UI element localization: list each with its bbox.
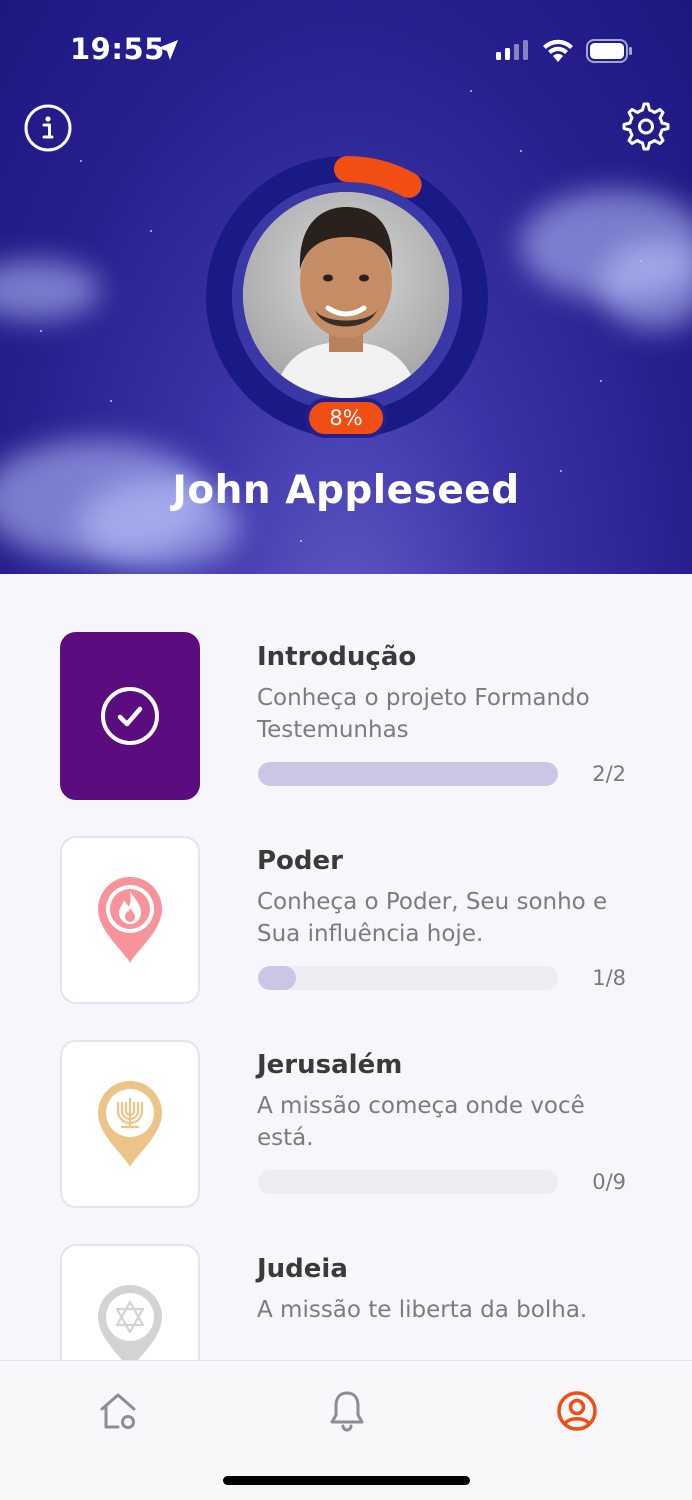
module-description: A missão te liberta da bolha. [257, 1297, 588, 1323]
battery-icon [586, 39, 632, 63]
home-icon [100, 1393, 136, 1429]
menorah-pin-icon [98, 1081, 162, 1167]
module-tile[interactable] [60, 1040, 200, 1208]
module-item-judeia[interactable]: Judeia A missão te liberta da bolha. [0, 1244, 692, 1360]
module-progress-count: 0/9 [592, 1170, 626, 1194]
module-tile[interactable] [60, 632, 200, 800]
progress-percent-badge: 8% [305, 398, 387, 438]
tab-notifications[interactable] [319, 1383, 375, 1439]
check-circle-icon [101, 687, 159, 745]
status-time: 19:55 [70, 32, 165, 66]
module-progress-count: 1/8 [592, 966, 626, 990]
module-item-jerusalem[interactable]: Jerusalém A missão começa onde você está… [0, 1040, 692, 1220]
tab-home[interactable] [90, 1383, 146, 1439]
wifi-icon [543, 39, 573, 62]
module-progress-count: 2/2 [592, 762, 626, 786]
module-title: Introdução [257, 642, 417, 672]
module-title: Jerusalém [257, 1050, 403, 1080]
module-description: A missão começa onde você está. [257, 1093, 585, 1151]
module-title: Judeia [257, 1254, 348, 1284]
settings-gear-button[interactable] [618, 100, 670, 152]
module-progress-fill [258, 762, 558, 786]
module-tile[interactable] [60, 836, 200, 1004]
module-tile[interactable] [60, 1244, 200, 1360]
home-indicator [223, 1476, 470, 1485]
module-description: Conheça o Poder, Seu sonho e Sua influên… [257, 889, 608, 947]
module-title: Poder [257, 846, 343, 876]
user-circle-icon [557, 1391, 597, 1431]
module-item-introducao[interactable]: Introdução Conheça o projeto Formando Te… [0, 632, 692, 812]
module-item-poder[interactable]: Poder Conheça o Poder, Seu sonho e Sua i… [0, 836, 692, 1016]
fire-pin-icon [98, 877, 162, 963]
location-arrow-icon [158, 40, 178, 60]
profile-name: John Appleseed [172, 468, 520, 513]
info-button[interactable] [24, 104, 72, 152]
avatar [243, 192, 449, 398]
star-of-david-pin-icon [98, 1285, 162, 1360]
cellular-signal-icon [496, 40, 528, 60]
module-progress-fill [258, 966, 296, 990]
module-progress-bar [258, 762, 558, 786]
bell-icon [330, 1391, 364, 1432]
profile-header: 19:55 8% John Appleseed [0, 0, 692, 574]
tab-profile[interactable] [549, 1383, 605, 1439]
module-list[interactable]: Introdução Conheça o projeto Formando Te… [0, 574, 692, 1360]
module-progress-bar [258, 966, 558, 990]
status-bar: 19:55 [0, 0, 692, 100]
module-description: Conheça o projeto Formando Testemunhas [257, 685, 590, 743]
module-progress-bar [258, 1170, 558, 1194]
